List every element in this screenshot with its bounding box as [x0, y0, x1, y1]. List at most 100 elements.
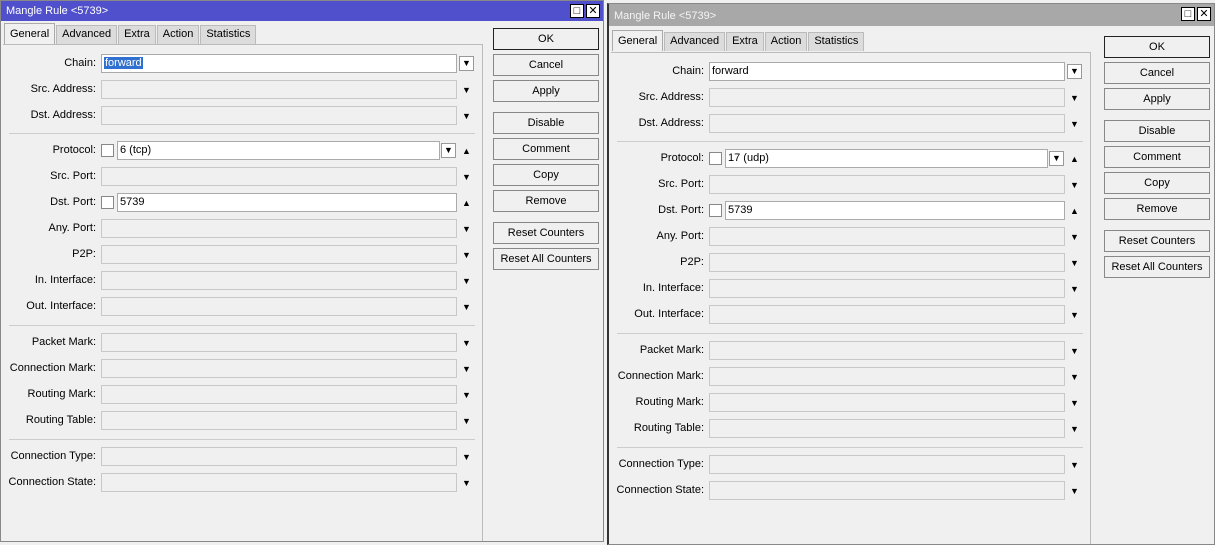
- tab-advanced[interactable]: Advanced: [56, 25, 118, 44]
- routing-mark-input[interactable]: [709, 393, 1065, 412]
- close-icon[interactable]: ✕: [1197, 7, 1211, 21]
- collapse-up-icon[interactable]: ▲: [1070, 154, 1079, 164]
- protocol-input[interactable]: 17 (udp): [725, 149, 1048, 168]
- src-address-input[interactable]: [709, 88, 1065, 107]
- disable-button[interactable]: Disable: [493, 112, 599, 134]
- close-icon[interactable]: ✕: [586, 4, 600, 18]
- tab-statistics[interactable]: Statistics: [200, 25, 257, 44]
- cancel-button[interactable]: Cancel: [493, 54, 599, 76]
- tab-extra[interactable]: Extra: [118, 25, 156, 44]
- collapse-up-icon[interactable]: ▲: [1070, 206, 1079, 216]
- collapse-up-icon[interactable]: ▲: [462, 198, 471, 208]
- dropdown-icon[interactable]: ▼: [459, 56, 474, 71]
- routing-table-input[interactable]: [101, 411, 457, 430]
- expand-down-icon[interactable]: ▼: [462, 172, 471, 182]
- remove-button[interactable]: Remove: [493, 190, 599, 212]
- out-interface-input[interactable]: [101, 297, 457, 316]
- remove-button[interactable]: Remove: [1104, 198, 1210, 220]
- src-port-input[interactable]: [101, 167, 457, 186]
- connection-type-input[interactable]: [101, 447, 457, 466]
- out-interface-input[interactable]: [709, 305, 1065, 324]
- reset-counters-button[interactable]: Reset Counters: [1104, 230, 1210, 252]
- in-interface-input[interactable]: [101, 271, 457, 290]
- expand-down-icon[interactable]: ▼: [1070, 460, 1079, 470]
- connection-state-input[interactable]: [709, 481, 1065, 500]
- negate-checkbox[interactable]: [709, 152, 722, 165]
- expand-down-icon[interactable]: ▼: [462, 85, 471, 95]
- expand-down-icon[interactable]: ▼: [1070, 424, 1079, 434]
- expand-down-icon[interactable]: ▼: [462, 390, 471, 400]
- p2p-input[interactable]: [709, 253, 1065, 272]
- expand-down-icon[interactable]: ▼: [462, 416, 471, 426]
- dst-address-input[interactable]: [101, 106, 457, 125]
- negate-checkbox[interactable]: [101, 144, 114, 157]
- connection-mark-input[interactable]: [101, 359, 457, 378]
- routing-mark-input[interactable]: [101, 385, 457, 404]
- negate-checkbox[interactable]: [101, 196, 114, 209]
- maximize-icon[interactable]: □: [570, 4, 584, 18]
- tab-general[interactable]: General: [4, 23, 56, 44]
- disable-button[interactable]: Disable: [1104, 120, 1210, 142]
- dropdown-icon[interactable]: ▼: [1049, 151, 1064, 166]
- in-interface-input[interactable]: [709, 279, 1065, 298]
- expand-down-icon[interactable]: ▼: [462, 364, 471, 374]
- expand-down-icon[interactable]: ▼: [1070, 486, 1079, 496]
- routing-table-input[interactable]: [709, 419, 1065, 438]
- ok-button[interactable]: OK: [1104, 36, 1210, 58]
- src-port-input[interactable]: [709, 175, 1065, 194]
- expand-down-icon[interactable]: ▼: [1070, 93, 1079, 103]
- expand-down-icon[interactable]: ▼: [1070, 372, 1079, 382]
- title-bar[interactable]: Mangle Rule <5739> □ ✕: [609, 4, 1214, 26]
- dropdown-icon[interactable]: ▼: [441, 143, 456, 158]
- expand-down-icon[interactable]: ▼: [1070, 310, 1079, 320]
- comment-button[interactable]: Comment: [1104, 146, 1210, 168]
- copy-button[interactable]: Copy: [1104, 172, 1210, 194]
- tab-general[interactable]: General: [612, 30, 664, 51]
- expand-down-icon[interactable]: ▼: [1070, 119, 1079, 129]
- tab-action[interactable]: Action: [156, 25, 200, 44]
- dst-address-input[interactable]: [709, 114, 1065, 133]
- tab-advanced[interactable]: Advanced: [664, 32, 726, 51]
- dst-port-input[interactable]: 5739: [725, 201, 1065, 220]
- expand-down-icon[interactable]: ▼: [462, 224, 471, 234]
- expand-down-icon[interactable]: ▼: [462, 276, 471, 286]
- chain-input[interactable]: forward: [101, 54, 457, 73]
- dst-port-input[interactable]: 5739: [117, 193, 457, 212]
- expand-down-icon[interactable]: ▼: [462, 452, 471, 462]
- expand-down-icon[interactable]: ▼: [1070, 346, 1079, 356]
- expand-down-icon[interactable]: ▼: [462, 338, 471, 348]
- tab-action[interactable]: Action: [764, 32, 808, 51]
- reset-all-counters-button[interactable]: Reset All Counters: [1104, 256, 1210, 278]
- expand-down-icon[interactable]: ▼: [462, 302, 471, 312]
- apply-button[interactable]: Apply: [493, 80, 599, 102]
- packet-mark-input[interactable]: [101, 333, 457, 352]
- expand-down-icon[interactable]: ▼: [1070, 258, 1079, 268]
- expand-down-icon[interactable]: ▼: [462, 111, 471, 121]
- connection-state-input[interactable]: [101, 473, 457, 492]
- negate-checkbox[interactable]: [709, 204, 722, 217]
- protocol-input[interactable]: 6 (tcp): [117, 141, 440, 160]
- title-bar[interactable]: Mangle Rule <5739> □ ✕: [1, 1, 603, 21]
- p2p-input[interactable]: [101, 245, 457, 264]
- reset-all-counters-button[interactable]: Reset All Counters: [493, 248, 599, 270]
- reset-counters-button[interactable]: Reset Counters: [493, 222, 599, 244]
- apply-button[interactable]: Apply: [1104, 88, 1210, 110]
- packet-mark-input[interactable]: [709, 341, 1065, 360]
- tab-statistics[interactable]: Statistics: [808, 32, 865, 51]
- dropdown-icon[interactable]: ▼: [1067, 64, 1082, 79]
- tab-extra[interactable]: Extra: [726, 32, 764, 51]
- expand-down-icon[interactable]: ▼: [462, 250, 471, 260]
- expand-down-icon[interactable]: ▼: [1070, 284, 1079, 294]
- copy-button[interactable]: Copy: [493, 164, 599, 186]
- expand-down-icon[interactable]: ▼: [1070, 398, 1079, 408]
- cancel-button[interactable]: Cancel: [1104, 62, 1210, 84]
- connection-type-input[interactable]: [709, 455, 1065, 474]
- expand-down-icon[interactable]: ▼: [1070, 232, 1079, 242]
- any-port-input[interactable]: [709, 227, 1065, 246]
- chain-input[interactable]: forward: [709, 62, 1065, 81]
- expand-down-icon[interactable]: ▼: [1070, 180, 1079, 190]
- expand-down-icon[interactable]: ▼: [462, 478, 471, 488]
- comment-button[interactable]: Comment: [493, 138, 599, 160]
- any-port-input[interactable]: [101, 219, 457, 238]
- collapse-up-icon[interactable]: ▲: [462, 146, 471, 156]
